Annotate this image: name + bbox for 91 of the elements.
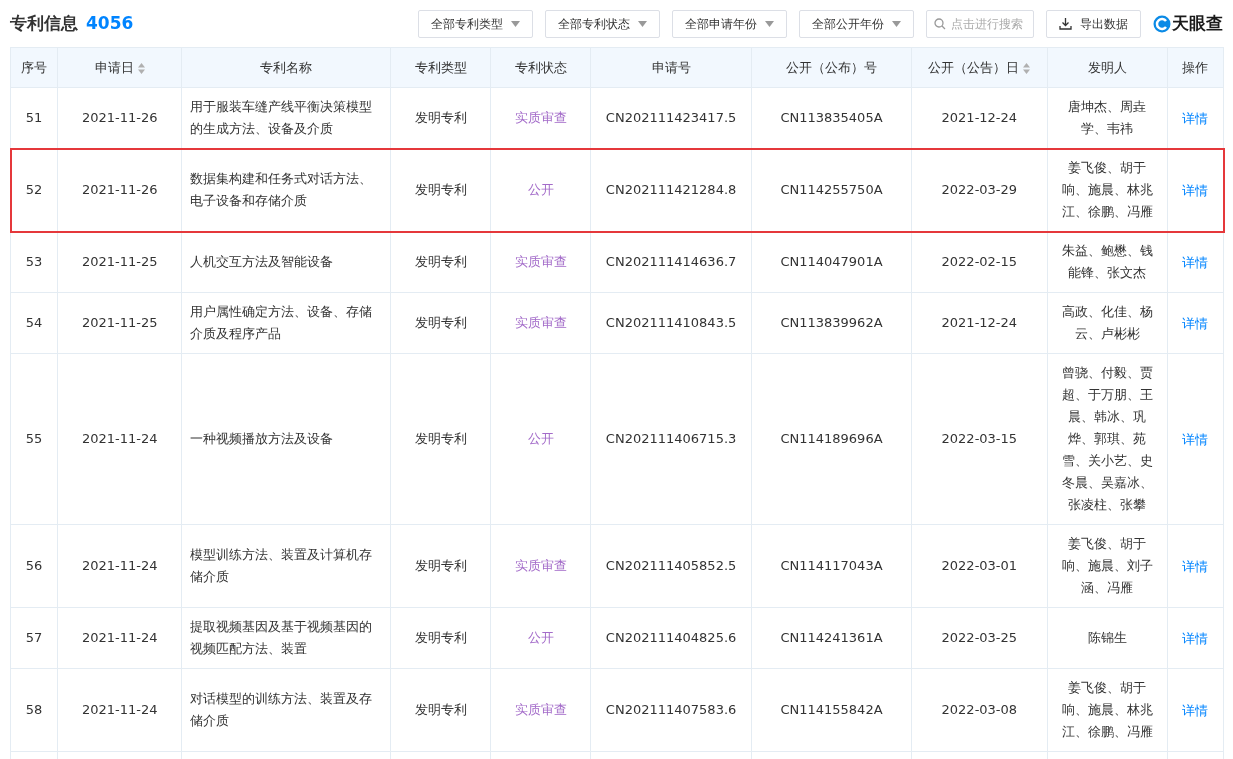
publication-date: 2022-03-25 [911,607,1047,669]
patent-name: 对话模型的训练方法、装置及存储介质 [181,668,391,752]
patent-type: 发明专利 [390,353,491,525]
patent-name: 人机交互方法及智能设备 [181,231,391,293]
page-title: 专利信息 [10,11,78,35]
column-header: 申请号 [590,47,752,88]
export-button[interactable]: 导出数据 [1046,9,1141,38]
publication-number: CN114241361A [751,607,912,669]
inventors: 陈锦生 [1047,607,1168,669]
column-header: 专利类型 [390,47,491,88]
details-link[interactable]: 详情 [1182,703,1209,718]
details-link[interactable]: 详情 [1182,183,1209,198]
search-field[interactable]: 点击进行搜索 [926,9,1034,38]
caret-icon [638,20,647,27]
inventors: 曾骁、付毅、贾超、于万朋、王晨、韩冰、巩烨、郭琪、苑雪、关小艺、史冬晨、吴嘉冰、张凌柱、张攀 [1047,353,1168,525]
sort-icon[interactable] [137,62,145,74]
result-count: 4056 [86,11,134,35]
column-header: 专利状态 [490,47,591,88]
patent-name: 提取视频基因及基于视频基因的视频匹配方法、装置 [181,607,391,669]
patent-status: 公开 [490,607,591,669]
column-header: 序号 [10,47,58,88]
column-header: 专利名称 [181,47,391,88]
publication-date: 2022-03-01 [911,524,1047,608]
column-header: 发明人 [1047,47,1168,88]
details-link[interactable]: 详情 [1182,559,1209,574]
filter-dropdown[interactable]: 全部申请年份 [672,9,787,38]
patent-status: 实质审查 [490,668,591,752]
patent-status: 实质审查 [490,524,591,608]
row-number: 54 [10,292,58,354]
filter-dropdown[interactable]: 全部公开年份 [799,9,914,38]
details-link[interactable]: 详情 [1182,255,1209,270]
application-number: CN202111410843.5 [590,292,752,354]
patent-name: 模型训练方法、装置及计算机存储介质 [181,524,391,608]
publication-date: 2022-02-15 [911,231,1047,293]
patent-type: 发明专利 [390,292,491,354]
details-link[interactable]: 详情 [1182,111,1209,126]
patent-status: 实质审查 [490,231,591,293]
details-link[interactable]: 详情 [1182,631,1209,646]
publication-number: CN114117043A [751,524,912,608]
patent-status: 公开 [490,353,591,525]
details-link[interactable]: 详情 [1182,316,1209,331]
column-header[interactable]: 公开（公告）日 [911,47,1047,88]
logo-icon [1153,14,1171,33]
publication-number: CN114155842A [751,668,912,752]
details-link[interactable]: 详情 [1182,432,1209,447]
patent-type: 发明专利 [390,231,491,293]
publication-date: 2021-12-24 [911,292,1047,354]
inventors: 姜飞俊、胡于响、施晨、林兆江、徐鹏、冯雁 [1047,668,1168,752]
patent-type: 发明专利 [390,524,491,608]
publication-number: CN113839962A [751,292,912,354]
download-icon [1059,17,1072,30]
inventors: 姜飞俊、胡于响、施晨、刘子涵、冯雁 [1047,524,1168,608]
application-date: 2021-11-25 [57,231,182,293]
row-number: 56 [10,524,58,608]
patent-name: 用户属性确定方法、设备、存储介质及程序产品 [181,292,391,354]
search-icon [934,17,946,30]
publication-number: CN114047901A [751,231,912,293]
application-date: 2021-11-24 [57,668,182,752]
patent-status: 实质审查 [490,292,591,354]
filter-dropdown[interactable]: 全部专利状态 [545,9,660,38]
row-number: 53 [10,231,58,293]
row-number: 55 [10,353,58,525]
caret-icon [765,20,774,27]
row-number: 51 [10,87,58,149]
application-date: 2021-11-25 [57,292,182,354]
application-date: 2021-11-24 [57,353,182,525]
column-header: 公开（公布）号 [751,47,912,88]
application-number: CN202111404825.6 [590,607,752,669]
inventors: 朱益、鲍懋、钱能锋、张文杰 [1047,231,1168,293]
row-number: 58 [10,668,58,752]
publication-date: 2022-03-15 [911,353,1047,525]
caret-icon [511,20,520,27]
inventors: 高政、化佳、杨云、卢彬彬 [1047,292,1168,354]
patent-type: 发明专利 [390,668,491,752]
application-date: 2021-11-24 [57,607,182,669]
application-number: CN202111414636.7 [590,231,752,293]
filter-dropdown[interactable]: 全部专利类型 [418,9,533,38]
patent-type: 发明专利 [390,607,491,669]
application-number: CN202111406715.3 [590,353,752,525]
publication-date: 2022-03-08 [911,668,1047,752]
column-header[interactable]: 申请日 [57,47,182,88]
publication-number: CN114189696A [751,353,912,525]
logo-text: 天眼查 [1172,11,1223,35]
application-number: CN202111405852.5 [590,524,752,608]
patent-name: 一种视频播放方法及设备 [181,353,391,525]
caret-icon [892,20,901,27]
sort-icon[interactable] [1023,62,1031,74]
application-date: 2021-11-24 [57,524,182,608]
row-number: 57 [10,607,58,669]
column-header: 操作 [1167,47,1224,88]
application-number: CN202111407583.6 [590,668,752,752]
